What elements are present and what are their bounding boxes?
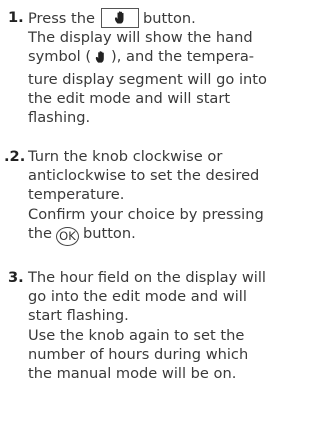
step-1-line-2: The display will show the hand (28, 29, 253, 47)
instruction-document: 1. Press the button. The display will sho… (0, 0, 313, 431)
step-3-line-5: number of hours during which (28, 345, 249, 363)
step-number: 1. (8, 9, 24, 26)
hand-button (101, 8, 139, 28)
hand-icon (114, 11, 124, 24)
ok-button-icon: OK (55, 226, 79, 246)
step-1-line-5: the edit mode and will start (28, 89, 231, 107)
step-number: .2. (4, 148, 26, 165)
step-3-line-1: The hour field on the display will (28, 269, 266, 286)
step-2-line-5: the OK button. (28, 224, 308, 246)
step-3-line-3: start flashing. (28, 307, 129, 325)
step-3: 3. The hour field on the display will go… (8, 268, 308, 383)
hand-icon (94, 50, 108, 69)
step-2-line-4: Confirm your choice by pressing (28, 205, 264, 223)
step-2: .2. Turn the knob clockwise or anticlock… (4, 147, 308, 246)
step-1-line-3: symbol (), and the tempera- (28, 47, 308, 69)
step-2-line-1: Turn the knob clockwise or (28, 148, 223, 165)
step-number: 3. (8, 269, 24, 286)
step-3-line-4: Use the knob again to set the (28, 326, 245, 344)
step-3-line-2: go into the edit mode and will (28, 288, 247, 306)
step-1: 1. Press the button. The display will sho… (8, 8, 308, 127)
step-1-line-4: ture display segment will go into (28, 70, 267, 88)
step-2-line-2: anticlockwise to set the desired (28, 167, 260, 185)
step-1-line-6: flashing. (28, 109, 91, 127)
step-1-line-1: Press the button. (28, 8, 196, 28)
step-2-line-3: temperature. (28, 186, 125, 204)
step-3-line-6: the manual mode will be on. (28, 365, 237, 383)
